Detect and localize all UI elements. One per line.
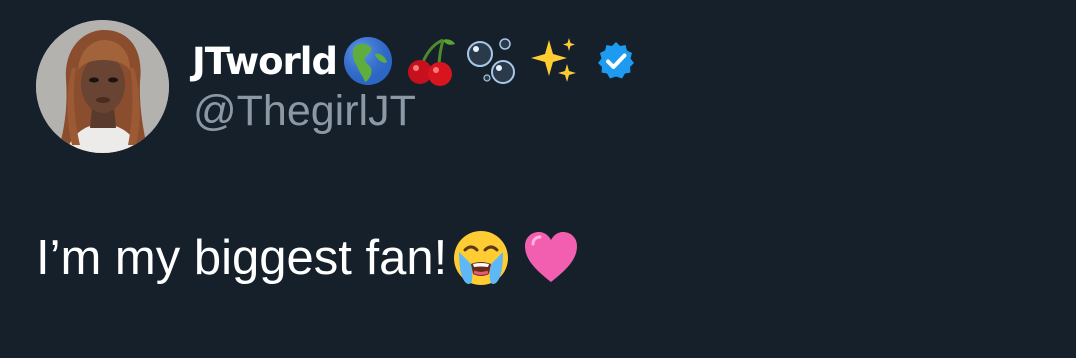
- author-handle[interactable]: @ThegirlJT: [193, 90, 416, 133]
- tweet-card: JTworld @ThegirlJT I’m my biggest fan!: [0, 0, 1076, 358]
- pink-heart-icon: [521, 228, 581, 288]
- globe-americas-icon: [341, 34, 395, 88]
- bubbles-icon: [465, 34, 519, 88]
- sparkles-icon: [527, 34, 581, 88]
- tweet-text: I’m my biggest fan!: [36, 228, 581, 288]
- avatar-image: [36, 20, 169, 153]
- verified-badge-icon[interactable]: [595, 40, 637, 82]
- avatar[interactable]: [36, 20, 169, 153]
- author-name-row[interactable]: JTworld: [192, 30, 637, 92]
- display-name[interactable]: JTworld: [192, 43, 338, 80]
- loudly-crying-face-icon: [451, 228, 511, 288]
- tweet-text-content: I’m my biggest fan!: [36, 230, 448, 285]
- cherries-icon: [403, 34, 457, 88]
